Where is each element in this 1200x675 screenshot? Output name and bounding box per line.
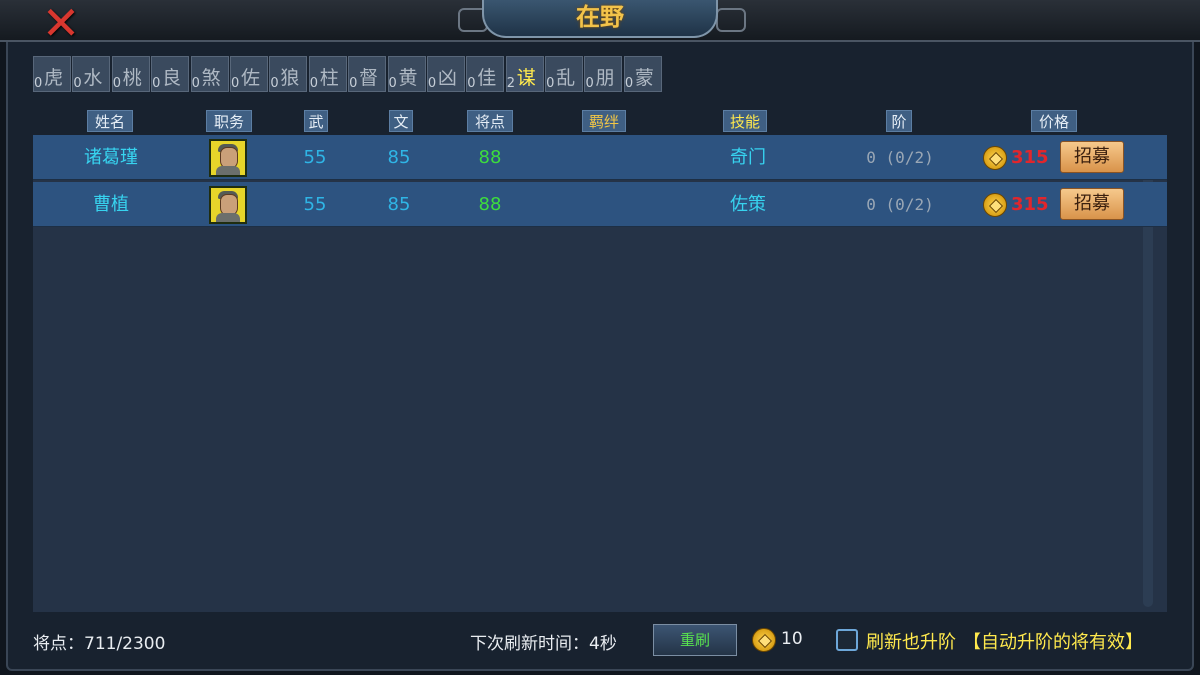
tab-label: 蒙: [634, 67, 654, 89]
tab-label: 佳: [477, 67, 497, 89]
points-value: 88: [478, 147, 502, 168]
skill-value: 佐策: [730, 194, 766, 215]
tab-佳[interactable]: 0佳: [466, 56, 505, 92]
tab-count: 0: [624, 76, 634, 91]
header-martial: 武: [304, 110, 328, 132]
skill-value: 奇门: [730, 147, 766, 168]
header-bond: 羁绊: [582, 110, 626, 132]
tab-虎[interactable]: 0虎: [33, 56, 71, 92]
header-points: 将点: [467, 110, 513, 132]
tab-朋[interactable]: 0朋: [584, 56, 623, 92]
tab-乱[interactable]: 0乱: [545, 56, 584, 92]
checkbox-label: 刷新也升阶: [866, 632, 956, 653]
header-skill: 技能: [723, 110, 767, 132]
general-avatar[interactable]: [209, 139, 247, 177]
tab-count: 0: [585, 76, 594, 91]
tab-label: 督: [359, 67, 379, 89]
header-price: 价格: [1031, 110, 1077, 132]
title-ornament-right: [716, 8, 746, 32]
tab-label: 乱: [556, 67, 576, 89]
tab-count: 2: [506, 76, 515, 91]
refresh-button[interactable]: 重刷: [653, 624, 737, 656]
tab-label: 狼: [280, 67, 300, 89]
header-civil: 文: [389, 110, 413, 132]
checkbox-note: 【自动升阶的将有效】: [963, 632, 1143, 653]
tab-谋[interactable]: 2谋: [505, 56, 544, 92]
civil-value: 85: [387, 147, 411, 168]
tab-count: 0: [230, 76, 240, 91]
tab-count: 0: [467, 76, 476, 91]
coin-icon: [983, 193, 1007, 217]
refresh-cost: 10: [781, 629, 803, 649]
tab-桃[interactable]: 0桃: [111, 56, 150, 92]
tab-黄[interactable]: 0黄: [387, 56, 426, 92]
tab-count: 0: [191, 76, 200, 91]
tab-佐[interactable]: 0佐: [229, 56, 268, 92]
general-name: 曹植: [93, 194, 129, 215]
table-row[interactable]: 曹植 55 85 88 佐策 0 (0/2) 315 招募: [33, 182, 1167, 227]
tab-蒙[interactable]: 0蒙: [623, 56, 662, 92]
coin-icon: [752, 628, 776, 652]
title-bar: 在野: [0, 0, 1200, 42]
avatar-body: [216, 166, 240, 175]
next-refresh-time: 下次刷新时间：4秒: [470, 634, 617, 654]
tab-label: 虎: [44, 67, 64, 89]
table-row[interactable]: 诸葛瑾 55 85 88 奇门 0 (0/2) 315 招募: [33, 135, 1167, 180]
civil-value: 85: [387, 194, 411, 215]
martial-value: 55: [303, 194, 327, 215]
recruit-button[interactable]: 招募: [1060, 141, 1124, 173]
tab-督[interactable]: 0督: [348, 56, 387, 92]
martial-value: 55: [303, 147, 327, 168]
general-name: 诸葛瑾: [84, 147, 138, 168]
close-icon[interactable]: ✕: [36, 0, 86, 46]
tab-label: 煞: [201, 67, 221, 89]
tab-柱[interactable]: 0柱: [308, 56, 347, 92]
tab-煞[interactable]: 0煞: [190, 56, 229, 92]
tab-label: 佐: [240, 67, 260, 89]
coin-icon: [983, 146, 1007, 170]
avatar-body: [216, 213, 240, 222]
tab-凶[interactable]: 0凶: [426, 56, 465, 92]
points-summary: 将点：711/2300: [33, 634, 166, 654]
window-title: 在野: [576, 2, 624, 31]
tab-count: 0: [73, 76, 82, 91]
tab-count: 0: [34, 76, 43, 91]
tab-count: 0: [427, 76, 437, 91]
auto-upgrade-checkbox[interactable]: [836, 629, 858, 651]
header-rank: 阶: [886, 110, 912, 132]
tab-狼[interactable]: 0狼: [269, 56, 308, 92]
tab-label: 柱: [319, 67, 339, 89]
rank-value: 0 (0/2): [866, 195, 934, 214]
tab-label: 良: [162, 67, 182, 89]
tab-count: 0: [388, 76, 397, 91]
tab-count: 0: [112, 76, 122, 91]
general-avatar[interactable]: [209, 186, 247, 224]
tab-count: 0: [270, 76, 279, 91]
tab-良[interactable]: 0良: [151, 56, 190, 92]
header-role: 职务: [206, 110, 252, 132]
tab-count: 0: [349, 76, 358, 91]
recruit-button[interactable]: 招募: [1060, 188, 1124, 220]
tab-label: 谋: [516, 67, 536, 89]
category-tabs: 0虎 0水 0桃 0良 0煞 0佐 0狼 0柱 0督 0黄 0凶 0佳 2谋 0…: [33, 56, 663, 94]
points-value: 88: [478, 194, 502, 215]
tab-count: 0: [152, 76, 161, 91]
tab-label: 桃: [122, 67, 142, 89]
tab-label: 朋: [595, 67, 615, 89]
tab-count: 0: [546, 76, 555, 91]
price-value: 315: [1011, 194, 1049, 215]
price-value: 315: [1011, 147, 1049, 168]
tab-label: 水: [83, 67, 103, 89]
header-name: 姓名: [87, 110, 133, 132]
tab-水[interactable]: 0水: [72, 56, 111, 92]
tab-count: 0: [309, 76, 319, 91]
title-plate: 在野: [482, 0, 718, 38]
rank-value: 0 (0/2): [866, 148, 934, 167]
tab-label: 黄: [398, 67, 418, 89]
tab-label: 凶: [437, 67, 457, 89]
